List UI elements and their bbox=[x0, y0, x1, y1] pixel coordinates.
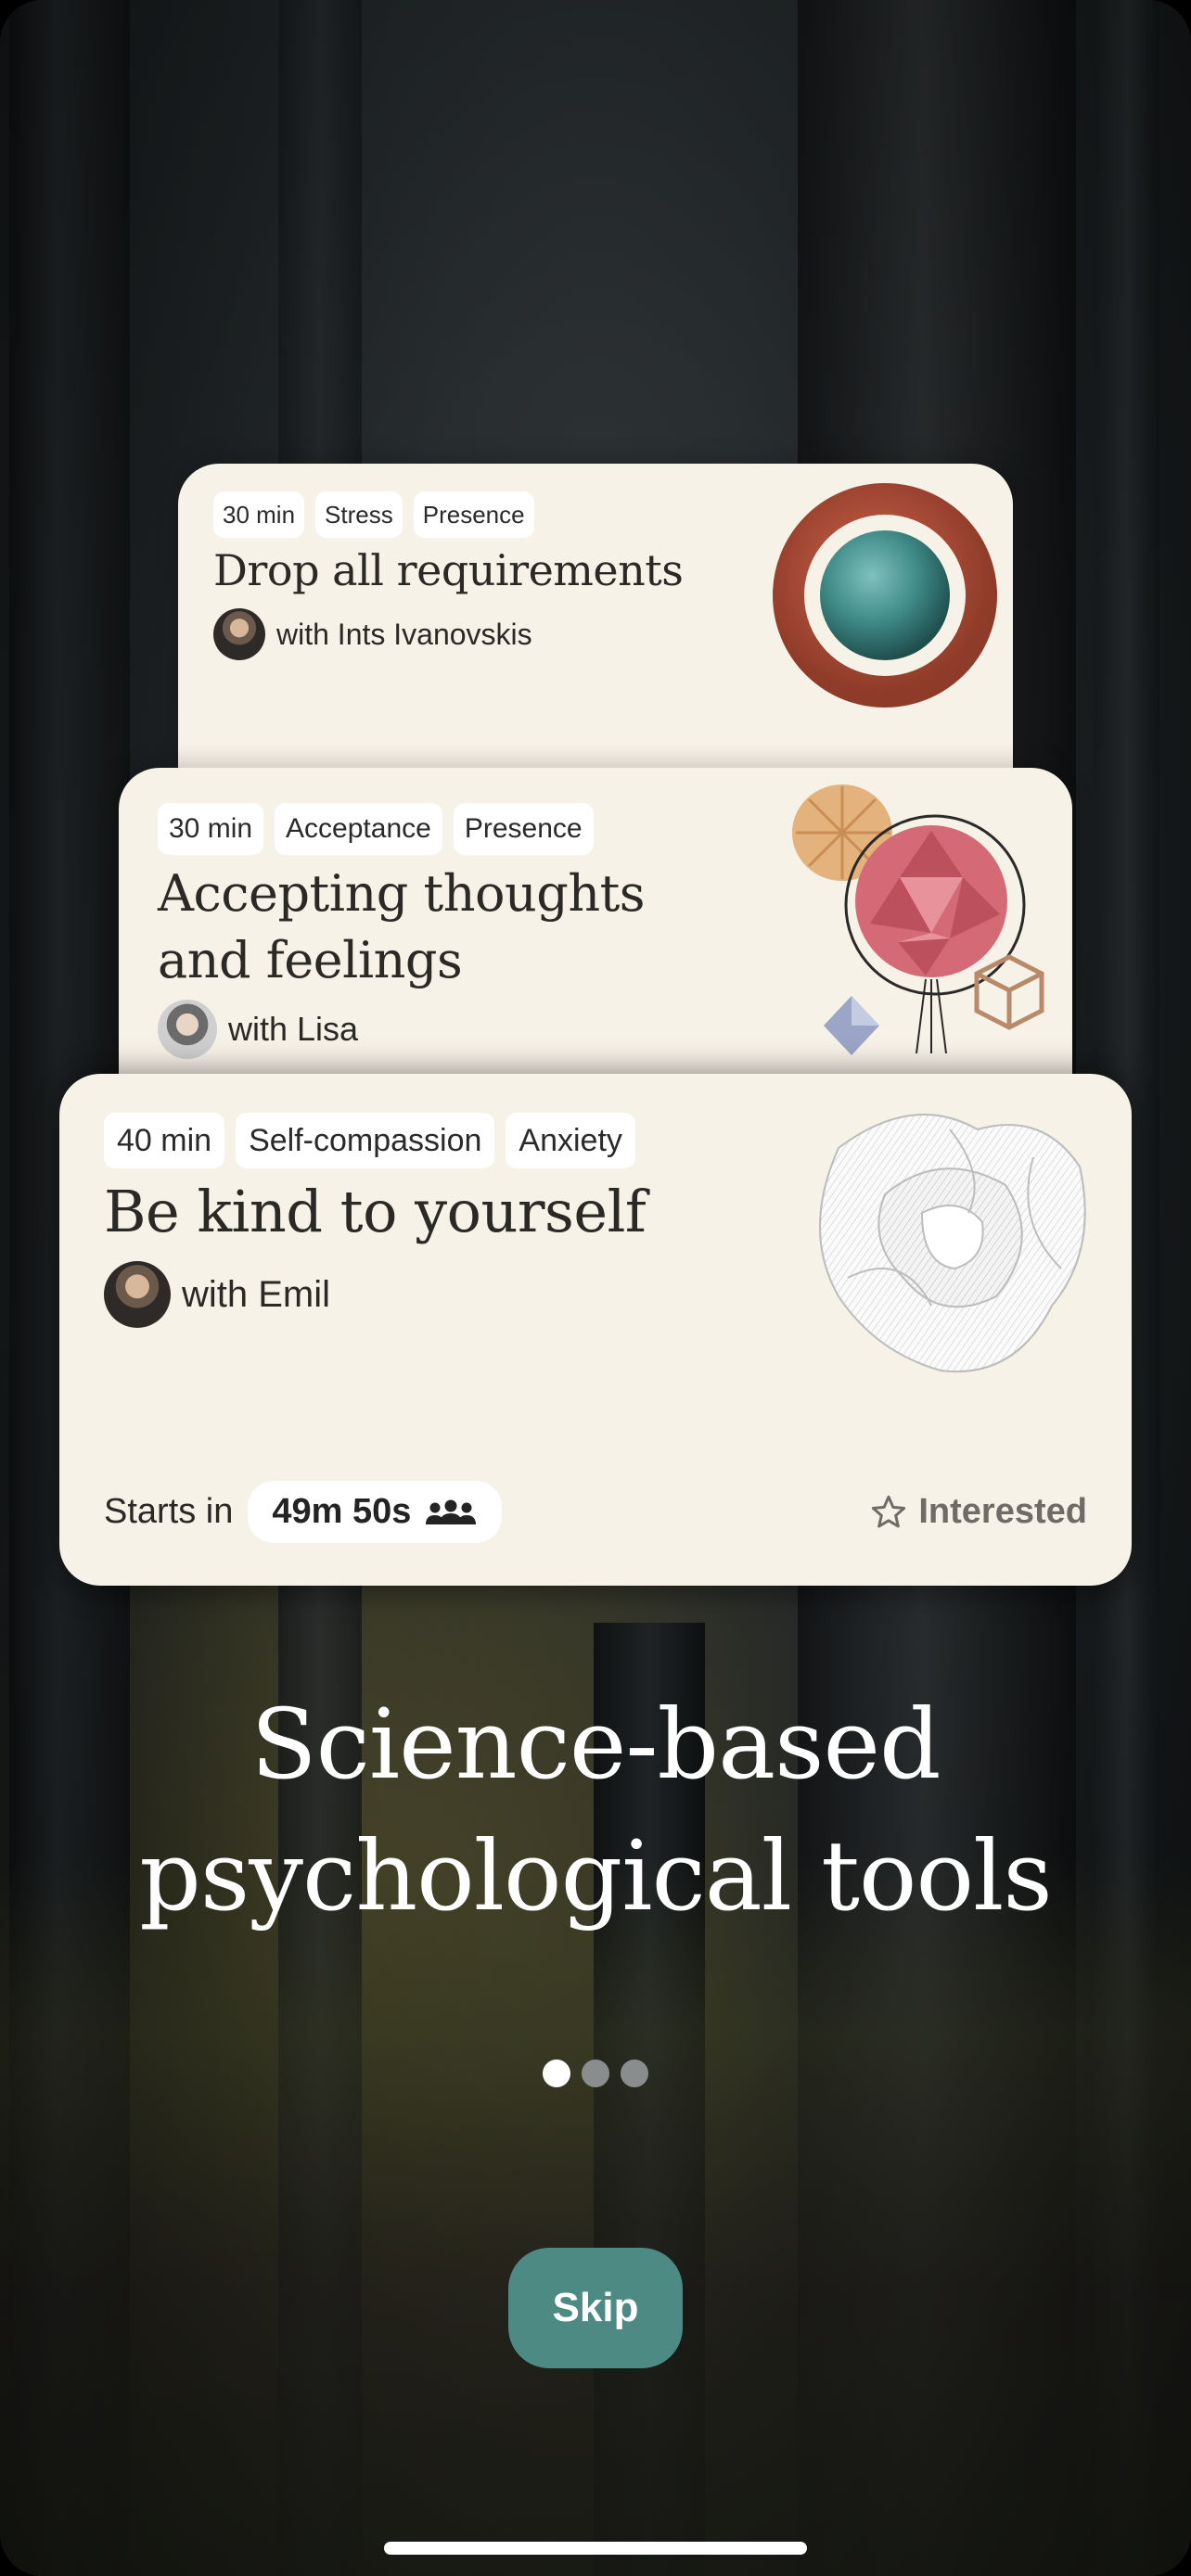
countdown-timer: 49m 50s bbox=[248, 1481, 503, 1543]
onboarding-screen: 30 min Stress Presence Drop all requirem… bbox=[0, 0, 1191, 2576]
group-icon bbox=[426, 1499, 477, 1524]
session-title: Accepting thoughts and feelings bbox=[158, 864, 646, 989]
session-title: Be kind to yourself bbox=[104, 1178, 647, 1245]
avatar bbox=[104, 1261, 171, 1328]
topic-tag: Presence bbox=[453, 803, 594, 855]
avatar bbox=[158, 1000, 217, 1059]
onboarding-headline: Science-based psychological tools bbox=[0, 1678, 1191, 1942]
headline-line-1: Science-based bbox=[250, 1688, 941, 1801]
session-title: Drop all requirements bbox=[213, 545, 684, 595]
session-card-drop-all-requirements[interactable]: 30 min Stress Presence Drop all requirem… bbox=[178, 464, 1013, 807]
topic-tag: Acceptance bbox=[275, 803, 442, 855]
timer-value: 49m 50s bbox=[272, 1492, 412, 1531]
page-dot[interactable] bbox=[582, 2060, 609, 2087]
card-footer: Starts in 49m 50s Interested bbox=[104, 1481, 1087, 1543]
interested-button[interactable]: Interested bbox=[870, 1492, 1087, 1532]
host-name: with Lisa bbox=[228, 1010, 359, 1048]
host-name: with Emil bbox=[182, 1273, 331, 1315]
topic-tag: Anxiety bbox=[506, 1113, 635, 1168]
card-tags: 40 min Self-compassion Anxiety bbox=[104, 1113, 635, 1168]
duration-tag: 30 min bbox=[158, 803, 264, 855]
topic-tag: Presence bbox=[413, 491, 534, 538]
page-dot-active[interactable] bbox=[543, 2060, 570, 2087]
paper-rose-icon bbox=[819, 1114, 1086, 1373]
session-card-be-kind[interactable]: 40 min Self-compassion Anxiety Be kind t… bbox=[59, 1074, 1132, 1586]
host-name: with Ints Ivanovskis bbox=[276, 617, 532, 651]
topic-tag: Stress bbox=[315, 491, 403, 538]
starts-in: Starts in 49m 50s bbox=[104, 1481, 503, 1543]
star-outline-icon bbox=[872, 1495, 906, 1527]
card-tags: 30 min Acceptance Presence bbox=[158, 803, 594, 855]
starts-in-label: Starts in bbox=[104, 1492, 234, 1531]
session-card-accepting-thoughts[interactable]: 30 min Acceptance Presence Accepting tho… bbox=[119, 768, 1072, 1120]
session-host: with Lisa bbox=[158, 1000, 358, 1059]
session-host: with Emil bbox=[104, 1261, 330, 1328]
skip-button[interactable]: Skip bbox=[508, 2248, 683, 2368]
duration-tag: 30 min bbox=[213, 491, 305, 538]
duration-tag: 40 min bbox=[104, 1113, 225, 1168]
headline-line-2: psychological tools bbox=[139, 1819, 1052, 1932]
page-dot[interactable] bbox=[621, 2060, 648, 2087]
interested-label: Interested bbox=[918, 1492, 1087, 1531]
page-indicator bbox=[0, 2060, 1191, 2087]
topic-tag: Self-compassion bbox=[236, 1113, 495, 1168]
avatar bbox=[213, 608, 265, 660]
ring-orb-icon bbox=[773, 483, 997, 708]
card-tags: 30 min Stress Presence bbox=[213, 491, 534, 538]
geometric-shapes-icon bbox=[792, 784, 1044, 1055]
home-indicator[interactable] bbox=[384, 2542, 807, 2555]
session-host: with Ints Ivanovskis bbox=[213, 608, 532, 660]
